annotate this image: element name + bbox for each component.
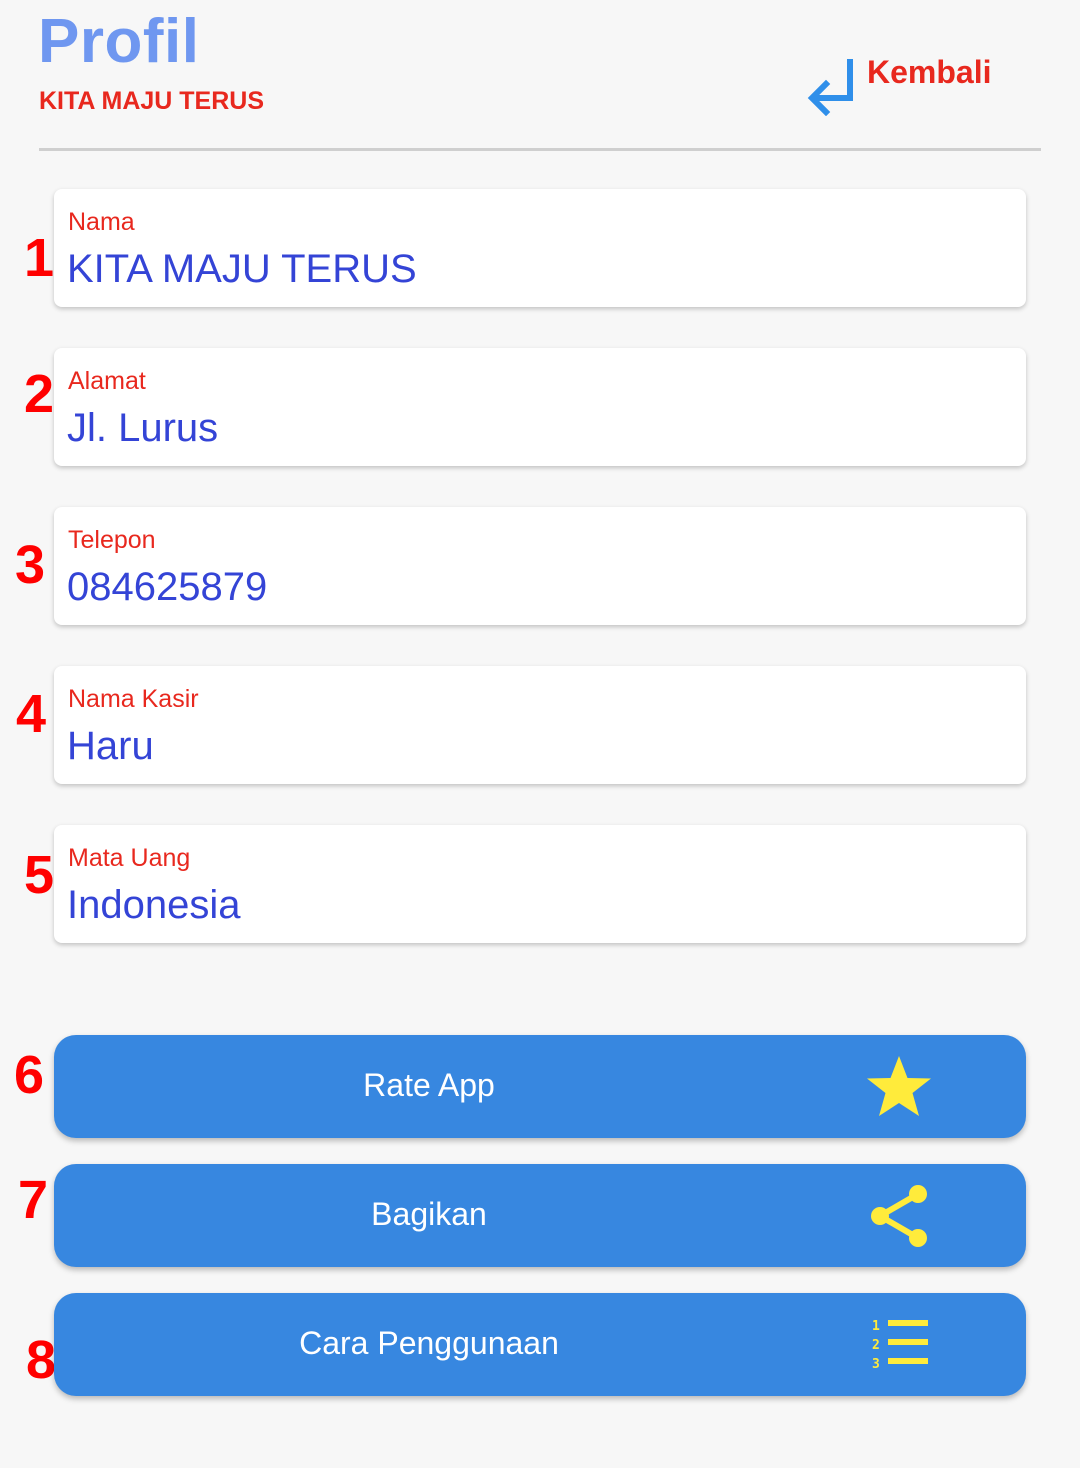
star-icon — [867, 1056, 931, 1116]
page-title: Profil — [38, 7, 200, 76]
how-to-use-label: Cara Penggunaan — [299, 1325, 559, 1361]
rate-app-label: Rate App — [363, 1067, 495, 1103]
share-label: Bagikan — [371, 1196, 487, 1232]
field-label: Alamat — [68, 367, 146, 395]
field-card-nama-kasir[interactable]: Nama Kasir Haru — [54, 666, 1026, 784]
field-value: Haru — [67, 724, 154, 768]
field-label: Telepon — [68, 526, 156, 554]
field-label: Nama Kasir — [68, 685, 199, 713]
field-value: 084625879 — [67, 565, 268, 609]
field-value: Jl. Lurus — [67, 406, 219, 450]
share-button[interactable]: Bagikan — [54, 1164, 1026, 1267]
rate-app-button[interactable]: Rate App — [54, 1035, 1026, 1138]
share-icon — [871, 1185, 927, 1247]
field-value: KITA MAJU TERUS — [67, 247, 417, 291]
header-divider — [39, 148, 1041, 151]
field-label: Mata Uang — [68, 844, 191, 872]
svg-text:2: 2 — [872, 1338, 880, 1353]
svg-text:1: 1 — [872, 1319, 880, 1334]
numbered-list-icon: 1 2 3 — [872, 1319, 928, 1372]
return-arrow-icon — [807, 59, 853, 116]
field-card-nama[interactable]: Nama KITA MAJU TERUS — [54, 189, 1026, 307]
field-card-telepon[interactable]: Telepon 084625879 — [54, 507, 1026, 625]
field-card-alamat[interactable]: Alamat Jl. Lurus — [54, 348, 1026, 466]
field-card-mata-uang[interactable]: Mata Uang Indonesia — [54, 825, 1026, 943]
page-subtitle: KITA MAJU TERUS — [39, 87, 264, 115]
back-label: Kembali — [867, 54, 992, 90]
svg-text:3: 3 — [872, 1357, 880, 1372]
field-label: Nama — [68, 208, 135, 236]
field-value: Indonesia — [67, 883, 241, 927]
how-to-use-button[interactable]: Cara Penggunaan 1 2 3 — [54, 1293, 1026, 1396]
back-button[interactable]: Kembali — [800, 48, 1000, 120]
